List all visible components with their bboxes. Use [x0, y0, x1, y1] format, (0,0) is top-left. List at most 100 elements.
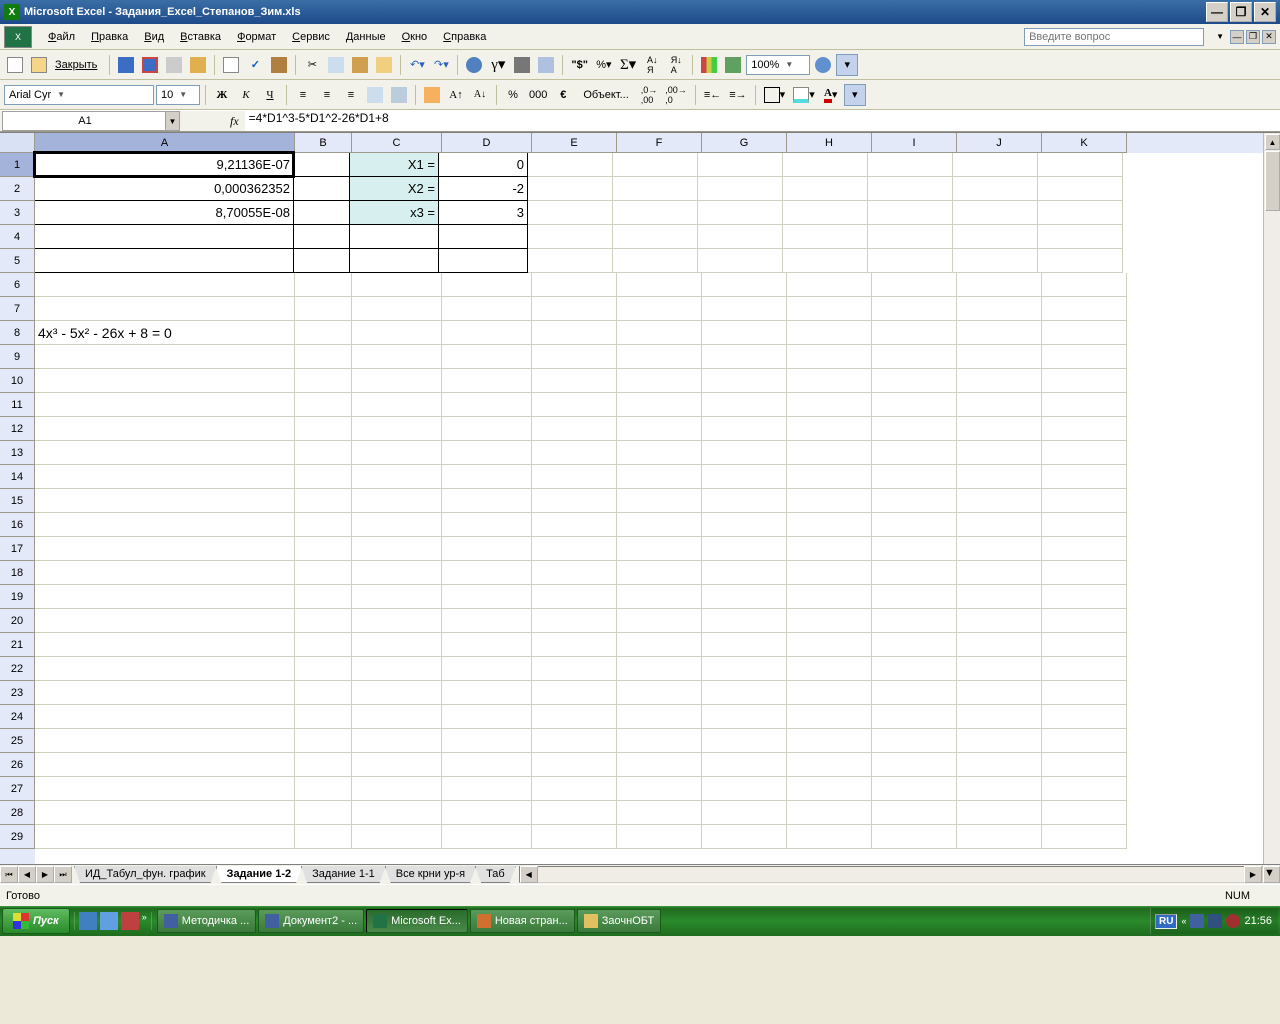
- cell-K21[interactable]: [1042, 633, 1127, 657]
- cell-C9[interactable]: [352, 345, 442, 369]
- tray-icon-3[interactable]: [1226, 914, 1240, 928]
- row-header-24[interactable]: 24: [0, 705, 35, 729]
- row-header-11[interactable]: 11: [0, 393, 35, 417]
- cell-B9[interactable]: [295, 345, 352, 369]
- cell-C20[interactable]: [352, 609, 442, 633]
- font-color-button[interactable]: А▾: [820, 84, 842, 106]
- row-header-28[interactable]: 28: [0, 801, 35, 825]
- cell-E4[interactable]: [528, 225, 613, 249]
- cell-C22[interactable]: [352, 657, 442, 681]
- cell-C28[interactable]: [352, 801, 442, 825]
- cell-G16[interactable]: [702, 513, 787, 537]
- redo-button[interactable]: ↷▾: [430, 54, 452, 76]
- row-header-10[interactable]: 10: [0, 369, 35, 393]
- cell-J9[interactable]: [957, 345, 1042, 369]
- row-header-2[interactable]: 2: [0, 177, 35, 201]
- cell-J23[interactable]: [957, 681, 1042, 705]
- cell-C25[interactable]: [352, 729, 442, 753]
- row-header-16[interactable]: 16: [0, 513, 35, 537]
- font-size-combo[interactable]: 10▼: [156, 85, 200, 105]
- permission-button[interactable]: [187, 54, 209, 76]
- cell-I17[interactable]: [872, 537, 957, 561]
- cells-area[interactable]: 9,21136E-07X1 =00,000362352X2 =-28,70055…: [35, 153, 1263, 864]
- cell-H23[interactable]: [787, 681, 872, 705]
- cell-I23[interactable]: [872, 681, 957, 705]
- cell-F2[interactable]: [613, 177, 698, 201]
- cell-F28[interactable]: [617, 801, 702, 825]
- cell-G29[interactable]: [702, 825, 787, 849]
- row-header-6[interactable]: 6: [0, 273, 35, 297]
- cell-K4[interactable]: [1038, 225, 1123, 249]
- research-button[interactable]: [268, 54, 290, 76]
- zoom-combo[interactable]: 100%▼: [746, 55, 810, 75]
- row-header-4[interactable]: 4: [0, 225, 35, 249]
- sigma-button[interactable]: Σ▾: [617, 54, 639, 76]
- decrease-font-button[interactable]: A↓: [469, 84, 491, 106]
- cell-B18[interactable]: [295, 561, 352, 585]
- cell-D29[interactable]: [442, 825, 532, 849]
- cell-I6[interactable]: [872, 273, 957, 297]
- hscroll-right-button[interactable]: ▶: [1244, 866, 1262, 883]
- cell-J24[interactable]: [957, 705, 1042, 729]
- cell-I24[interactable]: [872, 705, 957, 729]
- cell-H7[interactable]: [787, 297, 872, 321]
- cell-J25[interactable]: [957, 729, 1042, 753]
- row-header-27[interactable]: 27: [0, 777, 35, 801]
- sheet-tab-3[interactable]: Все крни ур-я: [385, 866, 476, 883]
- cell-H20[interactable]: [787, 609, 872, 633]
- cell-D26[interactable]: [442, 753, 532, 777]
- cell-G1[interactable]: [698, 153, 783, 177]
- cell-I29[interactable]: [872, 825, 957, 849]
- cell-J20[interactable]: [957, 609, 1042, 633]
- cell-B12[interactable]: [295, 417, 352, 441]
- cell-K23[interactable]: [1042, 681, 1127, 705]
- cell-C3[interactable]: x3 =: [349, 200, 439, 225]
- font-combo[interactable]: Arial Cyr▼: [4, 85, 154, 105]
- ql-icon-2[interactable]: [100, 912, 118, 930]
- cell-H6[interactable]: [787, 273, 872, 297]
- cell-H16[interactable]: [787, 513, 872, 537]
- cell-A2[interactable]: 0,000362352: [34, 176, 294, 201]
- horizontal-scrollbar[interactable]: ◀ ▶: [519, 866, 1263, 883]
- cell-E10[interactable]: [532, 369, 617, 393]
- cell-J29[interactable]: [957, 825, 1042, 849]
- cell-E2[interactable]: [528, 177, 613, 201]
- cell-A3[interactable]: 8,70055E-08: [34, 200, 294, 225]
- cell-C24[interactable]: [352, 705, 442, 729]
- cell-H3[interactable]: [783, 201, 868, 225]
- cell-D15[interactable]: [442, 489, 532, 513]
- cell-D9[interactable]: [442, 345, 532, 369]
- cell-C5[interactable]: [349, 248, 439, 273]
- tab-nav-next[interactable]: ▶: [36, 866, 54, 883]
- col-header-D[interactable]: D: [442, 133, 532, 153]
- toolbar2-options-button[interactable]: ▾: [844, 84, 866, 106]
- autosum-button[interactable]: γ▾: [487, 54, 509, 76]
- cell-G21[interactable]: [702, 633, 787, 657]
- cell-A9[interactable]: [35, 345, 295, 369]
- cell-B21[interactable]: [295, 633, 352, 657]
- cell-F15[interactable]: [617, 489, 702, 513]
- cell-F1[interactable]: [613, 153, 698, 177]
- scroll-up-button[interactable]: ▲: [1265, 134, 1280, 150]
- cell-J2[interactable]: [953, 177, 1038, 201]
- close-button[interactable]: ✕: [1254, 2, 1276, 22]
- col-header-B[interactable]: B: [295, 133, 352, 153]
- cell-D13[interactable]: [442, 441, 532, 465]
- cell-K19[interactable]: [1042, 585, 1127, 609]
- doc-close-button[interactable]: ✕: [1262, 30, 1276, 44]
- align-right-button[interactable]: ≡: [340, 84, 362, 106]
- row-header-22[interactable]: 22: [0, 657, 35, 681]
- cell-A10[interactable]: [35, 369, 295, 393]
- cell-A7[interactable]: [35, 297, 295, 321]
- cell-I28[interactable]: [872, 801, 957, 825]
- vertical-scrollbar[interactable]: ▲: [1263, 133, 1280, 864]
- cell-K3[interactable]: [1038, 201, 1123, 225]
- cell-J26[interactable]: [957, 753, 1042, 777]
- cell-K29[interactable]: [1042, 825, 1127, 849]
- comma-button[interactable]: 000: [526, 84, 550, 106]
- cell-B28[interactable]: [295, 801, 352, 825]
- cell-F12[interactable]: [617, 417, 702, 441]
- namebox-dropdown-arrow[interactable]: ▼: [165, 112, 179, 130]
- print-button[interactable]: [163, 54, 185, 76]
- cell-B23[interactable]: [295, 681, 352, 705]
